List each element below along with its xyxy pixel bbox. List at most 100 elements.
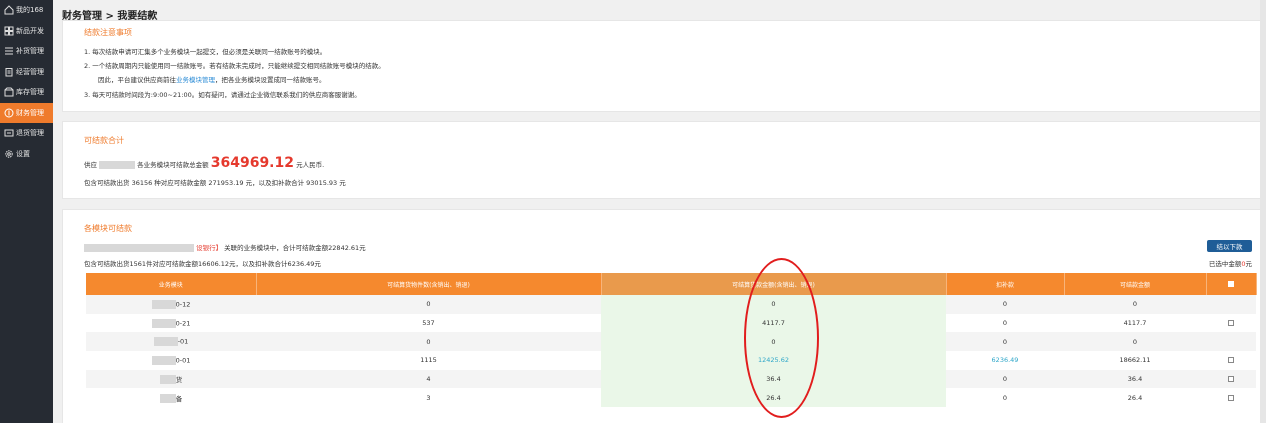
main-content: 财务管理 > 我要结款 结款注意事项 1. 每次结款申请可汇集多个业务模块一起提…	[62, 0, 1266, 423]
notice-panel: 结款注意事项 1. 每次结款申请可汇集多个业务模块一起提交，但必须是关联同一结款…	[62, 20, 1264, 112]
notice-line-2: 2. 一个结款周期内只能使用同一结款账号。若有结款未完成时，只能继续提交相同结款…	[84, 62, 385, 70]
sidebar: 我的168 新品开发 补货管理 经营管理 库存管理 财务管理 退货管理 设置	[0, 0, 53, 423]
sidebar-item-new-product[interactable]: 新品开发	[0, 21, 53, 42]
gear-icon	[3, 148, 14, 159]
select-cell[interactable]	[1206, 351, 1256, 370]
account-line: 设银行】 关联的业务模块中，合计可结款金额22842.61元	[84, 242, 366, 252]
column-header-deduct: 扣补款	[946, 273, 1065, 295]
redacted-module-name	[153, 337, 178, 347]
count-cell: 4	[256, 369, 601, 389]
sidebar-item-label: 补货管理	[16, 47, 44, 56]
notice-line-4: 3. 每天可结款时间段为:9:00~21:00。如有疑问，请通过企业微信联系我们…	[84, 91, 361, 99]
select-cell[interactable]	[1206, 369, 1256, 389]
return-icon	[3, 128, 14, 139]
sidebar-item-label: 财务管理	[16, 108, 44, 117]
summary-mid-text: 各业务模块可结款总金额	[137, 161, 209, 169]
table-row: -01 0 0 0 0	[86, 332, 1256, 352]
column-header-payable: 可结款金额	[1064, 273, 1207, 295]
selected-amount-line: 已选中金额0元	[1209, 258, 1252, 268]
redacted-module-name	[151, 355, 176, 365]
row-checkbox[interactable]	[1228, 320, 1234, 327]
summary-unit: 元人民币.	[296, 161, 325, 169]
amount-cell: 0	[601, 295, 946, 314]
module-suffix: 货	[175, 375, 183, 384]
sidebar-item-inventory[interactable]: 库存管理	[0, 82, 53, 103]
sidebar-item-settings[interactable]: 设置	[0, 144, 53, 165]
deduct-cell: 0	[946, 295, 1064, 314]
modules-table: 业务模块 可结算货物件数(含销出、销退) 可结算货款金额(含销出、销退) 扣补款…	[86, 273, 1257, 408]
modules-title: 各模块可结款	[84, 224, 132, 233]
table-header-row: 业务模块 可结算货物件数(含销出、销退) 可结算货款金额(含销出、销退) 扣补款…	[86, 273, 1257, 295]
modules-panel: 各模块可结款 设银行】 关联的业务模块中，合计可结款金额22842.61元 包含…	[62, 209, 1264, 423]
count-cell: 3	[256, 388, 601, 408]
sidebar-item-label: 退货管理	[16, 129, 44, 138]
page-scrollbar[interactable]	[1260, 0, 1266, 423]
summary-detail-line: 包含可结款出货 36156 种对应可结款金额 271953.19 元，以及扣补款…	[84, 179, 346, 187]
row-checkbox[interactable]	[1228, 394, 1234, 401]
select-cell	[1206, 295, 1256, 314]
payable-cell: 4117.7	[1064, 313, 1206, 333]
list-icon	[3, 46, 14, 57]
redacted-module-name	[151, 318, 176, 328]
row-checkbox[interactable]	[1228, 376, 1234, 383]
redacted-module-name	[159, 375, 176, 385]
module-cell: -01	[86, 332, 256, 352]
modules-detail-line: 包含可结款出货1561件对应可结款金额16606.12元，以及扣补款合计6236…	[84, 260, 321, 268]
deduct-cell: 0	[946, 332, 1064, 352]
module-cell: 0-21	[86, 313, 256, 333]
module-suffix: 备	[175, 394, 183, 403]
summary-title: 可结款合计	[84, 136, 124, 145]
summary-total-line: 供应 各业务模块可结款总金额 364969.12 元人民币.	[84, 155, 324, 171]
sidebar-item-label: 新品开发	[16, 26, 44, 35]
table-row: 0-21 537 4117.7 0 4117.7	[86, 313, 1256, 333]
amount-cell: 26.4	[601, 388, 946, 408]
notice-line-3-post: ，把各业务模块设置成同一结款账号。	[215, 76, 326, 84]
table-row: 0-01 1115 12425.62 6236.49 18662.11	[86, 351, 1256, 370]
sidebar-item-home[interactable]: 我的168	[0, 0, 53, 21]
select-cell[interactable]	[1206, 313, 1256, 333]
deduct-cell: 0	[946, 388, 1064, 408]
column-header-select[interactable]	[1206, 273, 1257, 295]
sidebar-item-replenish[interactable]: 补货管理	[0, 41, 53, 62]
row-checkbox[interactable]	[1228, 357, 1234, 364]
sidebar-item-label: 经营管理	[16, 67, 44, 76]
redacted-account	[84, 244, 194, 252]
finance-icon	[3, 107, 14, 118]
module-suffix: 0-01	[175, 356, 191, 365]
notice-line-3: 因此，平台建议供应商前往业务模块管理，把各业务模块设置成同一结款账号。	[98, 74, 326, 84]
sidebar-item-label: 设置	[16, 149, 30, 158]
table-row: 0-12 0 0 0 0	[86, 295, 1256, 314]
amount-cell: 36.4	[601, 369, 946, 389]
summary-total-amount: 364969.12	[210, 155, 294, 171]
select-cell[interactable]	[1206, 388, 1256, 408]
payable-cell: 0	[1064, 332, 1206, 352]
deduct-cell[interactable]: 6236.49	[946, 351, 1064, 370]
module-cell: 0-12	[86, 295, 256, 314]
payable-cell: 0	[1064, 295, 1206, 314]
count-cell: 1115	[256, 351, 601, 370]
payable-cell: 36.4	[1064, 369, 1206, 389]
select-all-checkbox[interactable]	[1228, 281, 1234, 287]
module-suffix: 0-12	[175, 300, 191, 309]
payable-cell: 18662.11	[1064, 351, 1206, 370]
amount-cell[interactable]: 12425.62	[601, 351, 946, 370]
summary-panel: 可结款合计 供应 各业务模块可结款总金额 364969.12 元人民币. 包含可…	[62, 121, 1264, 199]
module-suffix: 0-21	[175, 319, 191, 328]
settle-button[interactable]: 结以下款	[1207, 240, 1252, 252]
module-cell: 货	[86, 369, 256, 389]
amount-link[interactable]: 12425.62	[758, 356, 789, 364]
account-text: 关联的业务模块中，合计可结款金额22842.61元	[224, 244, 366, 252]
sidebar-item-returns[interactable]: 退货管理	[0, 123, 53, 144]
deduct-link[interactable]: 6236.49	[992, 356, 1019, 364]
select-cell	[1206, 332, 1256, 352]
home-icon	[3, 5, 14, 16]
sidebar-item-operations[interactable]: 经营管理	[0, 62, 53, 83]
module-cell: 备	[86, 388, 256, 408]
deduct-cell: 0	[946, 369, 1064, 389]
grid-icon	[3, 25, 14, 36]
notice-line-3-pre: 因此，平台建议供应商前往	[98, 76, 176, 84]
amount-cell: 4117.7	[601, 313, 946, 333]
payable-cell: 26.4	[1064, 388, 1206, 408]
sidebar-item-finance[interactable]: 财务管理	[0, 102, 53, 123]
module-manage-link[interactable]: 业务模块管理	[176, 76, 215, 84]
